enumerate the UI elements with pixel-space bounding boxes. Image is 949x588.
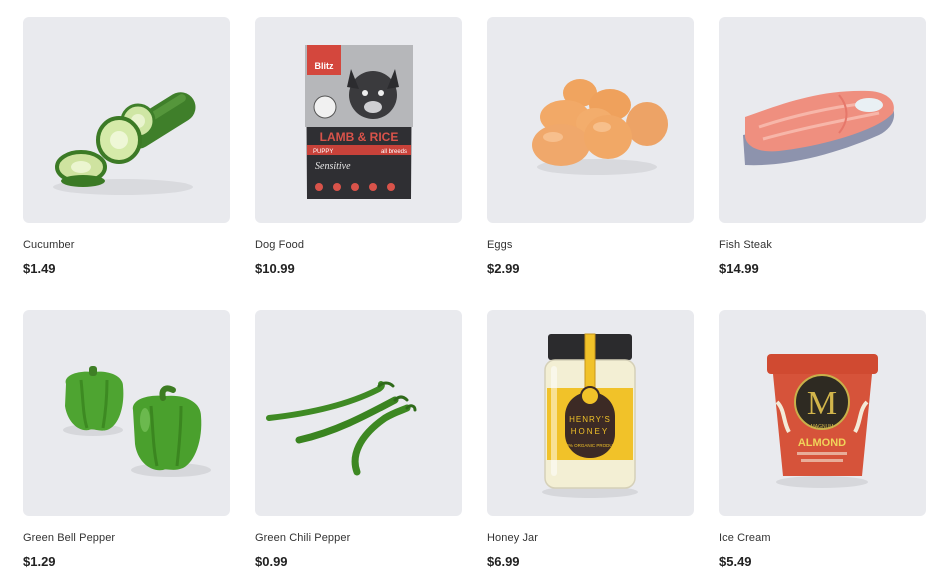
chili-pepper-icon bbox=[266, 381, 417, 476]
honey-product: HONEY bbox=[571, 427, 609, 436]
product-name[interactable]: Ice Cream bbox=[719, 532, 926, 546]
product-price: $1.49 bbox=[23, 261, 56, 276]
product-price: $10.99 bbox=[255, 261, 295, 276]
product-name[interactable]: Green Bell Pepper bbox=[23, 532, 230, 546]
ice-cream-brand: MAGNUM bbox=[811, 424, 834, 430]
product-price: $14.99 bbox=[719, 261, 759, 276]
product-name[interactable]: Green Chili Pepper bbox=[255, 532, 462, 546]
svg-text:M: M bbox=[807, 385, 837, 422]
product-card-honey-jar[interactable]: HENRY'S HONEY 100% ORGANIC PRODUCT Honey… bbox=[487, 310, 694, 580]
bell-pepper-icon bbox=[63, 366, 211, 477]
dog-food-product: LAMB & RICE bbox=[320, 130, 399, 144]
product-image[interactable] bbox=[23, 17, 230, 223]
dog-food-brand: Blitz bbox=[315, 61, 334, 71]
product-card-ice-cream[interactable]: M MAGNUM ALMOND Ice Cream $5.49 bbox=[719, 310, 926, 580]
product-image[interactable] bbox=[719, 17, 926, 223]
product-card-green-chili-pepper[interactable]: Green Chili Pepper $0.99 bbox=[255, 310, 462, 580]
dog-food-sub-left: PUPPY bbox=[313, 149, 333, 155]
product-name[interactable]: Honey Jar bbox=[487, 532, 694, 546]
product-price: $0.99 bbox=[255, 554, 288, 569]
honey-jar-icon: HENRY'S HONEY 100% ORGANIC PRODUCT bbox=[542, 333, 638, 498]
fish-steak-icon bbox=[743, 90, 895, 166]
product-image[interactable] bbox=[487, 17, 694, 223]
product-card-dog-food[interactable]: Blitz LAMB & RICE PUPPY all breeds Sensi… bbox=[255, 17, 462, 287]
honey-brand: HENRY'S bbox=[569, 415, 611, 424]
product-name[interactable]: Eggs bbox=[487, 239, 694, 253]
dog-food-sub-right: all breeds bbox=[381, 149, 407, 155]
product-card-fish-steak[interactable]: Fish Steak $14.99 bbox=[719, 17, 926, 287]
product-image[interactable]: M MAGNUM ALMOND bbox=[719, 310, 926, 516]
ice-cream-tub-icon: M MAGNUM ALMOND bbox=[767, 354, 878, 488]
product-grid: Cucumber $1.49 Blitz LAMB & RICE PUPPY a… bbox=[23, 17, 926, 580]
product-price: $2.99 bbox=[487, 261, 520, 276]
cucumber-icon bbox=[53, 92, 196, 195]
product-image[interactable]: HENRY'S HONEY 100% ORGANIC PRODUCT bbox=[487, 310, 694, 516]
ice-cream-flavor: ALMOND bbox=[798, 437, 846, 449]
product-card-green-bell-pepper[interactable]: Green Bell Pepper $1.29 bbox=[23, 310, 230, 580]
product-image[interactable]: Blitz LAMB & RICE PUPPY all breeds Sensi… bbox=[255, 17, 462, 223]
product-name[interactable]: Fish Steak bbox=[719, 239, 926, 253]
dog-food-line: Sensitive bbox=[315, 161, 351, 172]
product-price: $1.29 bbox=[23, 554, 56, 569]
product-image[interactable] bbox=[23, 310, 230, 516]
dog-food-bag-icon: Blitz LAMB & RICE PUPPY all breeds Sensi… bbox=[305, 45, 413, 199]
product-name[interactable]: Dog Food bbox=[255, 239, 462, 253]
eggs-icon bbox=[532, 79, 668, 175]
product-price: $6.99 bbox=[487, 554, 520, 569]
product-price: $5.49 bbox=[719, 554, 752, 569]
honey-note: 100% ORGANIC PRODUCT bbox=[561, 443, 619, 448]
product-card-eggs[interactable]: Eggs $2.99 bbox=[487, 17, 694, 287]
product-card-cucumber[interactable]: Cucumber $1.49 bbox=[23, 17, 230, 287]
product-name[interactable]: Cucumber bbox=[23, 239, 230, 253]
product-image[interactable] bbox=[255, 310, 462, 516]
